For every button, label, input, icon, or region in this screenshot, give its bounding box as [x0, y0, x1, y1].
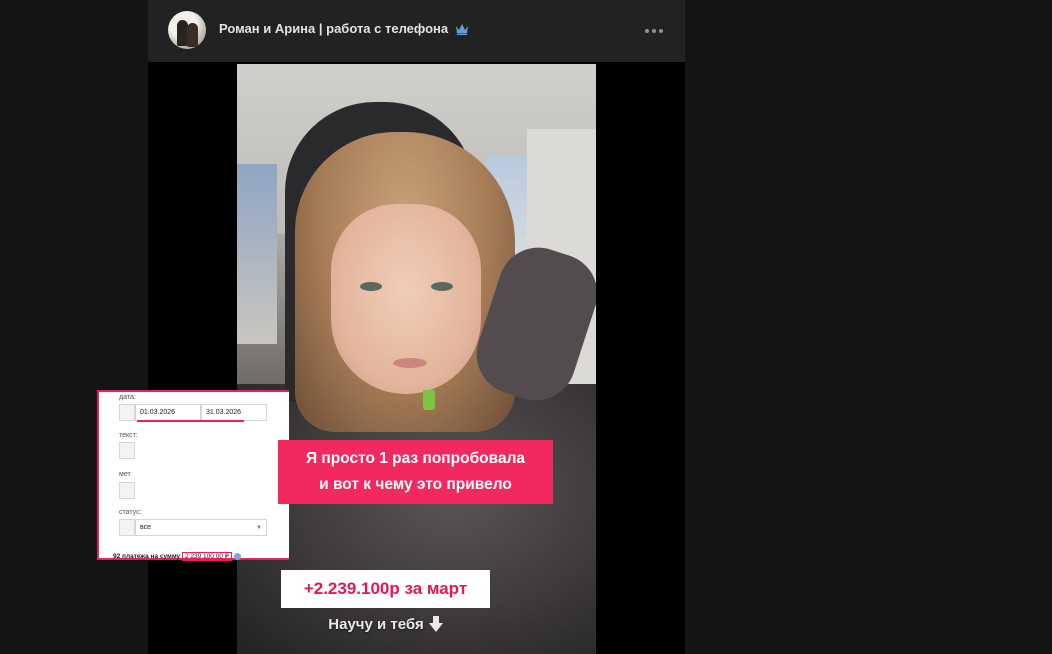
calendar-icon: [119, 404, 135, 421]
teach-caption: Научу и тебя: [281, 612, 490, 636]
chevron-down-icon: ▼: [256, 525, 262, 531]
status-label: статус:: [119, 509, 142, 516]
method-label: мет: [119, 471, 131, 478]
green-tab: [423, 390, 435, 410]
author-avatar[interactable]: [168, 11, 206, 49]
payments-screenshot: дата: 01.03.2026 31.03.2026 текст: мет с…: [97, 390, 289, 561]
arrow-down-icon: [428, 616, 443, 632]
date-from-field: 01.03.2026: [135, 404, 201, 421]
status-select: все ▼: [135, 519, 267, 536]
caption-line-1: Я просто 1 раз попробовала: [305, 450, 526, 467]
help-icon: [233, 552, 241, 560]
crown-icon: [456, 23, 469, 35]
list-icon: [119, 519, 135, 536]
text-label: текст:: [119, 432, 138, 439]
author-name[interactable]: Роман и Арина | работа с телефона: [219, 21, 469, 36]
caption-line-2: и вот к чему это привело: [319, 476, 512, 493]
amount-caption: +2.239.100р за март: [281, 570, 490, 608]
post-header: Роман и Арина | работа с телефона: [148, 0, 685, 62]
video-player[interactable]: [237, 64, 596, 654]
date-to-field: 31.03.2026: [201, 404, 267, 421]
caption-banner: Я просто 1 раз попробовала и вот к чему …: [278, 440, 553, 504]
date-label: дата:: [119, 394, 136, 401]
author-name-text[interactable]: Роман и Арина | работа с телефона: [219, 21, 448, 36]
summary-total: 2 239 100.00 ₽: [181, 552, 232, 561]
payments-summary: 92 платежа на сумму 2 239 100.00 ₽: [113, 552, 241, 561]
more-horizontal-icon[interactable]: [645, 22, 663, 40]
